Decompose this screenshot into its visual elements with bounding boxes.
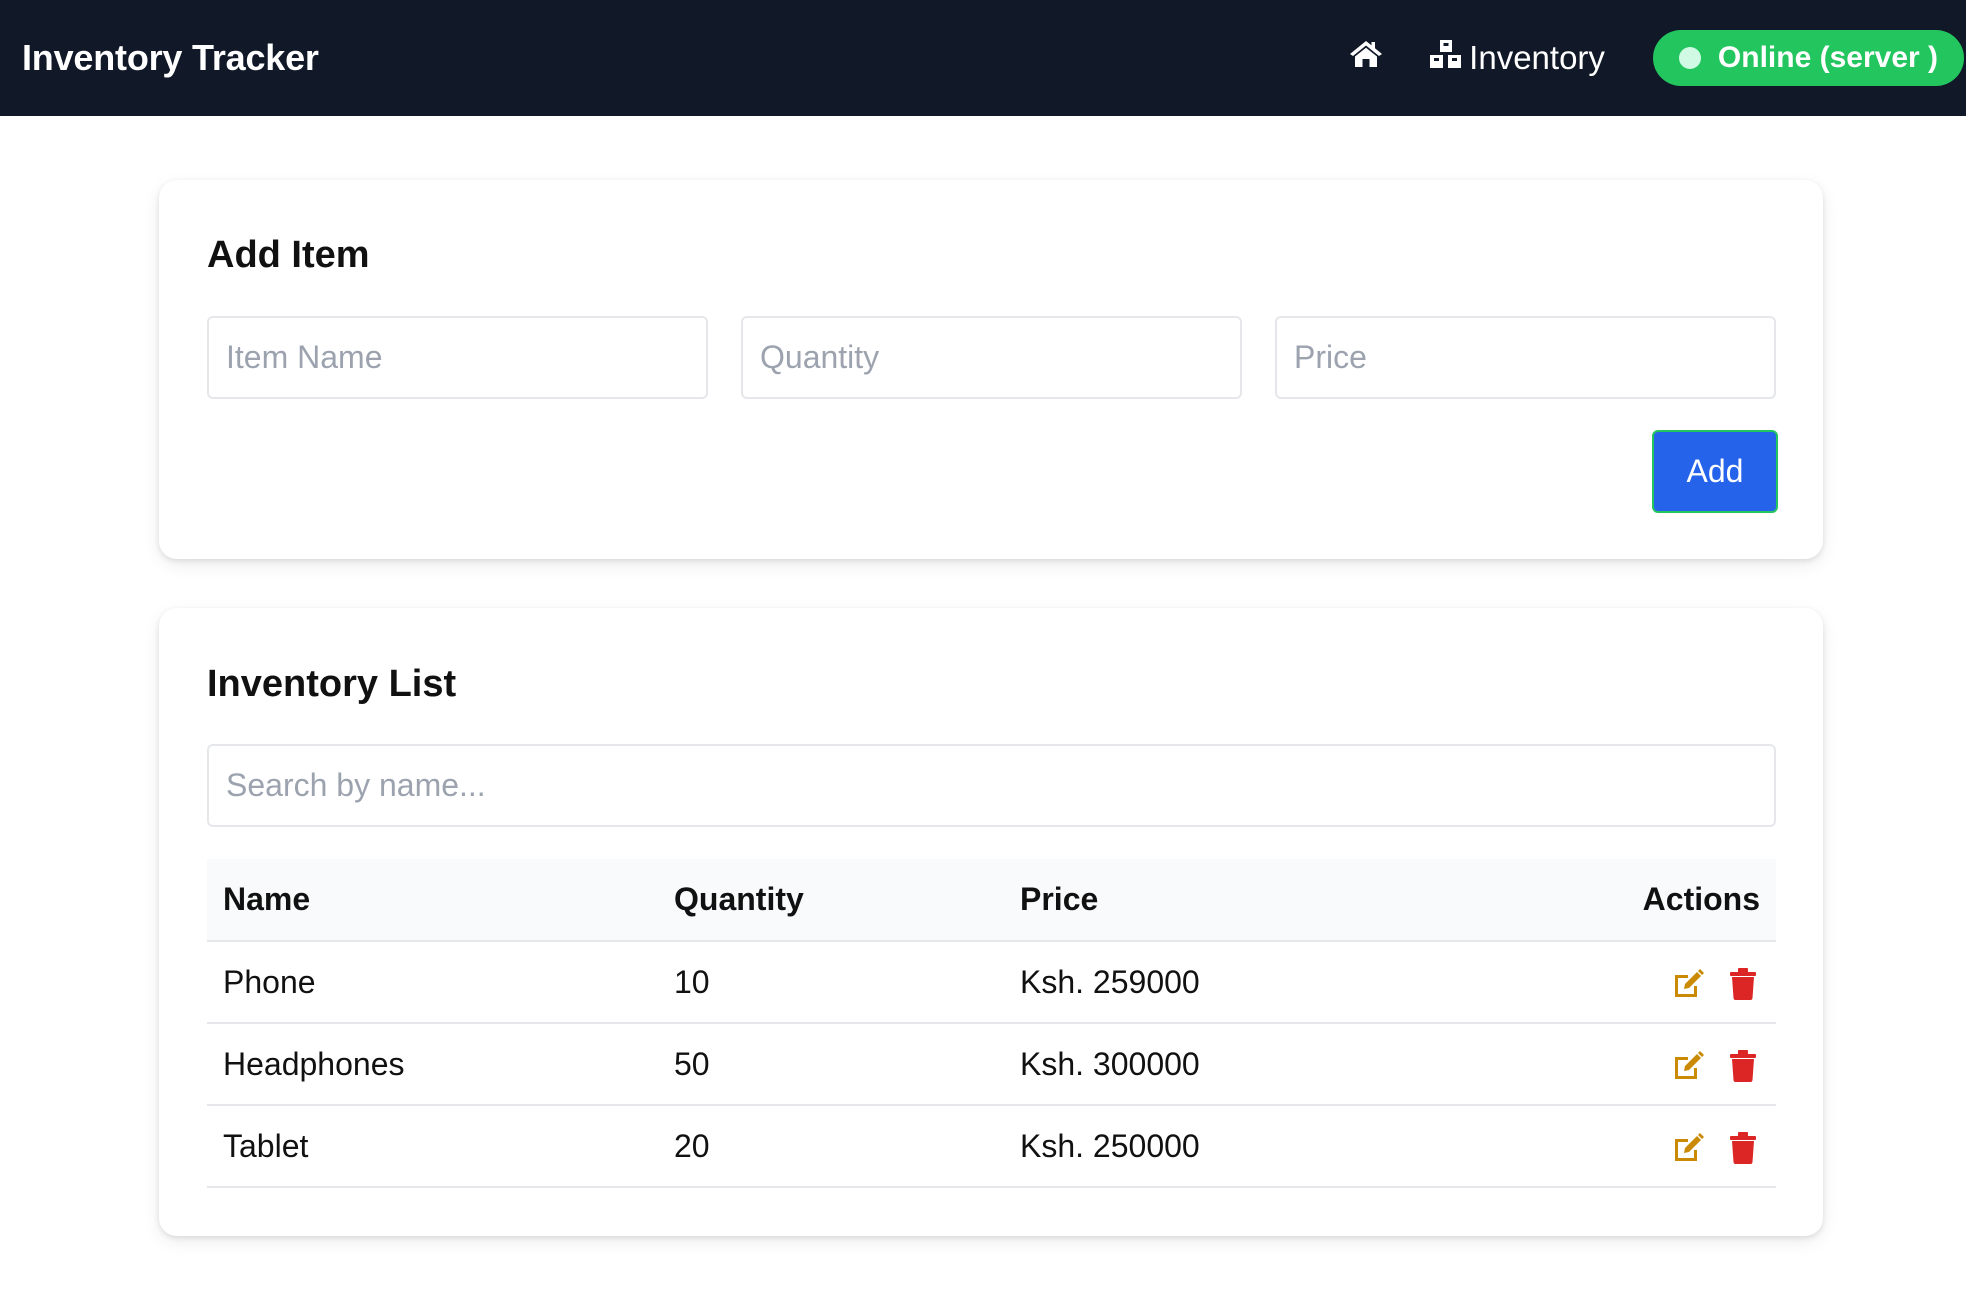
inventory-table: Name Quantity Price Actions Phone 10 Ksh…: [207, 859, 1776, 1188]
table-header-row: Name Quantity Price Actions: [207, 859, 1776, 942]
column-header-quantity: Quantity: [658, 859, 1004, 942]
item-name-input[interactable]: [207, 316, 708, 399]
edit-icon[interactable]: [1671, 1131, 1705, 1165]
add-item-title: Add Item: [207, 234, 370, 276]
cell-quantity: 10: [658, 941, 1004, 1024]
column-header-actions: Actions: [1504, 859, 1776, 942]
column-header-name: Name: [207, 859, 658, 942]
cell-actions: [1504, 1105, 1776, 1188]
status-dot: [1678, 47, 1701, 69]
nav-inventory-label: Inventory: [1469, 39, 1605, 76]
cell-name: Headphones: [207, 1023, 658, 1106]
table-row: Phone 10 Ksh. 259000: [207, 941, 1776, 1024]
cell-price: Ksh. 250000: [1004, 1105, 1504, 1188]
nav-links: Inventory Online (server ): [1349, 0, 1964, 116]
cell-quantity: 50: [658, 1023, 1004, 1106]
cell-quantity: 20: [658, 1105, 1004, 1188]
cell-price: Ksh. 259000: [1004, 941, 1504, 1024]
column-header-price: Price: [1004, 859, 1504, 942]
table-body: Phone 10 Ksh. 259000 Headphones 50 Ksh. …: [207, 941, 1776, 1188]
inventory-list-title: Inventory List: [207, 663, 457, 705]
search-input[interactable]: [207, 744, 1776, 827]
app-brand: Inventory Tracker: [22, 37, 319, 78]
edit-icon[interactable]: [1671, 1049, 1705, 1083]
cell-actions: [1504, 1023, 1776, 1106]
boxes-icon: [1429, 39, 1463, 77]
cell-name: Tablet: [207, 1105, 658, 1188]
edit-icon[interactable]: [1671, 967, 1705, 1001]
navbar: Inventory Tracker Inventory Online (serv…: [0, 0, 1966, 116]
table-row: Headphones 50 Ksh. 300000: [207, 1023, 1776, 1106]
trash-icon[interactable]: [1726, 1131, 1760, 1165]
trash-icon[interactable]: [1726, 967, 1760, 1001]
price-input[interactable]: [1275, 316, 1776, 399]
cell-name: Phone: [207, 941, 658, 1024]
nav-home-link[interactable]: [1349, 39, 1383, 77]
table-row: Tablet 20 Ksh. 250000: [207, 1105, 1776, 1188]
status-label: Online (server ): [1717, 41, 1938, 74]
table-header: Name Quantity Price Actions: [207, 859, 1776, 942]
add-item-card: Add Item Add: [159, 180, 1823, 559]
cell-actions: [1504, 941, 1776, 1024]
cell-price: Ksh. 300000: [1004, 1023, 1504, 1106]
server-status-badge: Online (server ): [1652, 30, 1964, 86]
quantity-input[interactable]: [741, 316, 1242, 399]
inventory-list-card: Inventory List Name Quantity Price Actio…: [159, 608, 1823, 1236]
home-icon: [1349, 39, 1383, 77]
trash-icon[interactable]: [1726, 1049, 1760, 1083]
add-button[interactable]: Add: [1652, 430, 1778, 513]
nav-inventory-link[interactable]: Inventory: [1429, 39, 1605, 77]
